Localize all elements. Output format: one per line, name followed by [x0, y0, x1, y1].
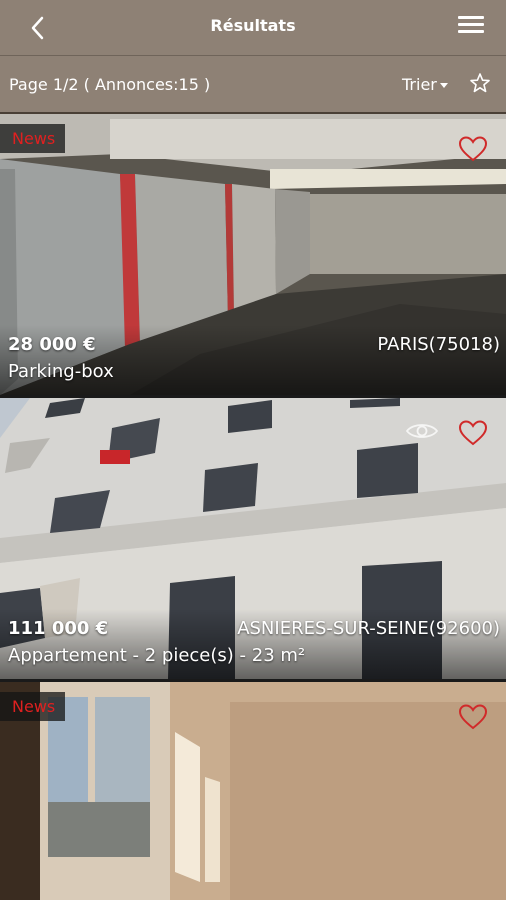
favorite-button[interactable]: [458, 136, 488, 162]
page-title: Résultats: [210, 16, 296, 35]
listing-price: 111 000 €: [8, 618, 109, 639]
heart-outline-icon: [458, 136, 488, 162]
listing-type: Parking-box: [8, 361, 114, 382]
heart-outline-icon: [458, 420, 488, 446]
menu-button[interactable]: [458, 16, 484, 38]
star-outline-icon: [470, 73, 490, 93]
listing-photo: [0, 682, 506, 900]
news-badge: News: [0, 124, 66, 153]
listing-price: 28 000 €: [8, 334, 96, 355]
page-info: Page 1/2 ( Annonces:15 ): [9, 75, 211, 94]
sort-label: Trier: [402, 75, 437, 94]
heart-outline-icon: [458, 704, 488, 730]
results-toolbar: Page 1/2 ( Annonces:15 ) Trier: [0, 56, 506, 114]
listing-card[interactable]: 111 000 € ASNIERES-SUR-SEINE(92600) Appa…: [0, 398, 506, 679]
hamburger-menu-icon: [458, 16, 484, 19]
listing-location: PARIS(75018): [377, 334, 500, 355]
viewed-indicator: [405, 420, 439, 442]
sort-dropdown[interactable]: Trier: [402, 75, 448, 94]
listing-card[interactable]: News 28 000 € PARIS(75018) Parking-box: [0, 114, 506, 395]
listing-location: ASNIERES-SUR-SEINE(92600): [237, 618, 500, 639]
caret-down-icon: [439, 83, 448, 88]
news-badge: News: [0, 692, 66, 721]
listing-card[interactable]: News: [0, 682, 506, 900]
eye-icon: [405, 424, 439, 438]
save-search-button[interactable]: [468, 71, 492, 95]
listing-type: Appartement - 2 piece(s) - 23 m²: [8, 645, 306, 666]
favorite-button[interactable]: [458, 420, 488, 446]
favorite-button[interactable]: [458, 704, 488, 730]
top-app-bar: Résultats: [0, 0, 506, 56]
